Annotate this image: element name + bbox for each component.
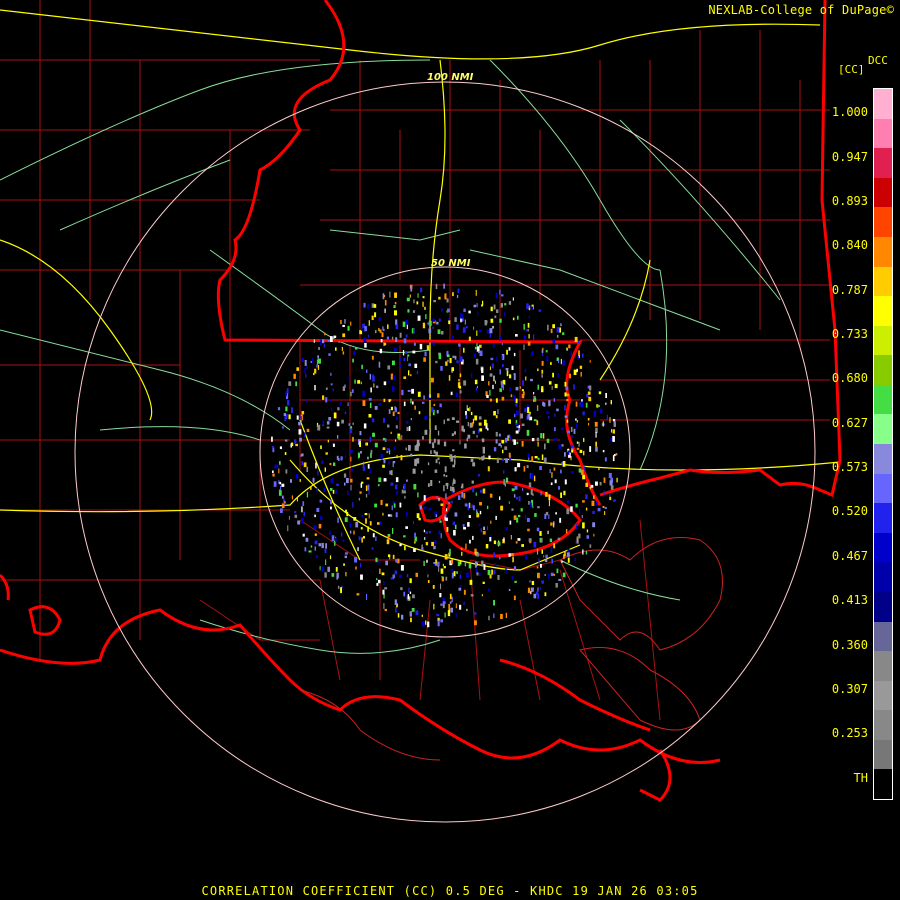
colorbar — [873, 88, 893, 800]
colorbar-segment — [874, 355, 892, 386]
interstate-highways — [0, 9, 841, 571]
colorbar-label: 0.893 — [831, 194, 868, 208]
ring-label-50nmi: 50 NMI — [431, 258, 471, 269]
colorbar-segment — [874, 739, 892, 770]
colorbar-segment — [874, 414, 892, 445]
colorbar-segment — [874, 236, 892, 267]
colorbar-segment — [874, 177, 892, 208]
colorbar-label: 0.947 — [831, 150, 868, 164]
colorbar-label: 0.840 — [831, 238, 868, 252]
radar-map — [0, 0, 842, 823]
colorbar-segment — [874, 591, 892, 622]
colorbar-segment — [874, 562, 892, 593]
colorbar-label: 0.680 — [831, 371, 868, 385]
range-rings — [74, 81, 816, 823]
colorbar-segment — [874, 325, 892, 356]
colorbar-segment — [874, 148, 892, 179]
parish-borders — [0, 0, 830, 721]
colorbar-segment — [874, 532, 892, 563]
colorbar-label: TH — [853, 771, 868, 785]
colorbar-segment — [874, 473, 892, 504]
colorbar-label: 0.573 — [831, 460, 868, 474]
colorbar-labels: 1.000 0.947 0.893 0.840 0.787 0.733 0.68… — [820, 0, 868, 900]
range-ring-100nmi — [74, 81, 816, 823]
product-status-bar: CORRELATION COEFFICIENT (CC) 0.5 DEG - K… — [201, 884, 699, 898]
product-code: DCC — [868, 54, 888, 67]
colorbar-segment — [874, 207, 892, 238]
colorbar-label: 0.307 — [831, 682, 868, 696]
colorbar-segment — [874, 503, 892, 534]
colorbar-segment — [874, 384, 892, 415]
coastal-marsh-outlines — [299, 537, 723, 761]
colorbar-segment — [874, 444, 892, 475]
colorbar-segment — [874, 769, 892, 800]
colorbar-segment — [874, 118, 892, 149]
colorbar-label: 0.360 — [831, 638, 868, 652]
colorbar-segment — [874, 266, 892, 297]
colorbar-label: 0.413 — [831, 593, 868, 607]
colorbar-label: 1.000 — [831, 105, 868, 119]
ring-label-100nmi: 100 NMI — [427, 72, 474, 83]
colorbar-label: 0.467 — [831, 549, 868, 563]
road-network — [0, 59, 781, 654]
colorbar-segment — [874, 651, 892, 682]
colorbar-segment — [874, 680, 892, 711]
radar-returns — [271, 283, 618, 628]
colorbar-segment — [874, 710, 892, 741]
colorbar-segment — [874, 89, 892, 120]
colorbar-segment — [874, 296, 892, 327]
colorbar-label: 0.787 — [831, 283, 868, 297]
colorbar-label: 0.253 — [831, 726, 868, 740]
colorbar-label: 0.627 — [831, 416, 868, 430]
colorbar-label: 0.520 — [831, 504, 868, 518]
colorbar-segment — [874, 621, 892, 652]
colorbar-label: 0.733 — [831, 327, 868, 341]
